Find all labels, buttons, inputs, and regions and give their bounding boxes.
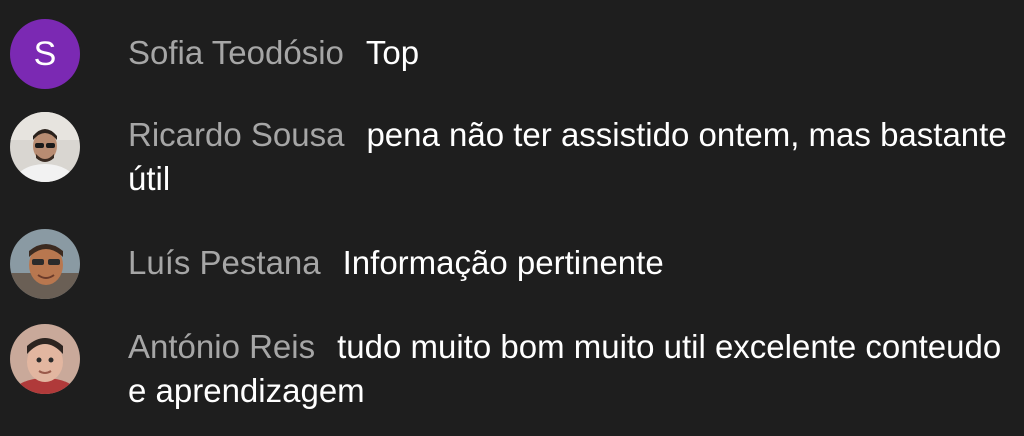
message-text: Informação pertinente — [342, 244, 664, 281]
message-body: Luís Pestana Informação pertinente — [128, 241, 1008, 285]
avatar-photo-icon — [10, 229, 80, 299]
avatar-photo-icon — [10, 324, 80, 394]
message-body: Sofia Teodósio Top — [128, 31, 1008, 75]
avatar-photo-icon — [10, 112, 80, 182]
author-name[interactable]: Ricardo Sousa — [128, 116, 344, 153]
author-name[interactable]: Luís Pestana — [128, 244, 321, 281]
avatar[interactable] — [10, 229, 80, 299]
live-chat: { "comments": [ {"author": "Sofia Teodós… — [0, 0, 1024, 436]
author-name[interactable]: António Reis — [128, 328, 315, 365]
author-name[interactable]: Sofia Teodósio — [128, 34, 344, 71]
avatar[interactable] — [10, 112, 80, 182]
message-body: Ricardo Sousa pena não ter assistido onte… — [128, 113, 1008, 201]
avatar[interactable]: S — [10, 19, 80, 89]
message-text: Top — [365, 34, 420, 71]
avatar-letter: S — [33, 34, 57, 73]
avatar[interactable] — [10, 324, 80, 394]
message-body: António Reis tudo muito bom muito util ex… — [128, 325, 1008, 413]
